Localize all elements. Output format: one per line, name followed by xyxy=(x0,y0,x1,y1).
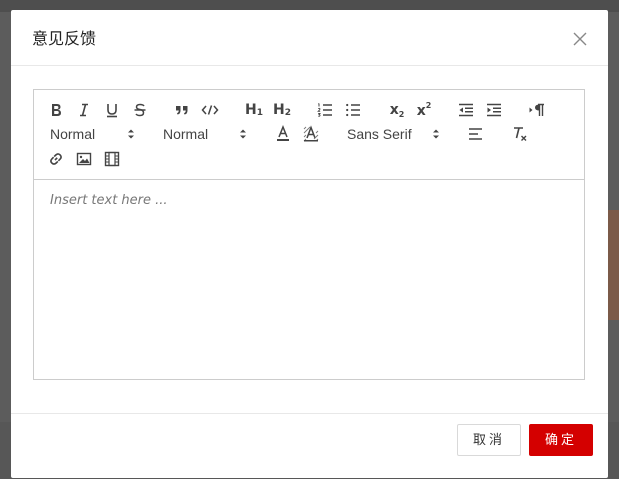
superscript-button[interactable]: x2 xyxy=(411,99,437,121)
strike-icon xyxy=(134,103,146,117)
editor-placeholder: Insert text here ... xyxy=(50,193,168,208)
align-button[interactable] xyxy=(464,123,488,145)
dialog-footer: 取消 确定 xyxy=(11,413,608,479)
font-color-button[interactable] xyxy=(271,123,295,145)
header-picker[interactable]: Normal xyxy=(50,123,140,145)
editor-toolbar: H1 H2 x2 x2 Normal Normal Sans Serif xyxy=(34,90,584,180)
h2-button[interactable]: H2 xyxy=(269,99,295,121)
blockquote-icon xyxy=(176,106,188,115)
link-button[interactable] xyxy=(44,148,68,170)
underline-button[interactable] xyxy=(100,99,124,121)
rich-text-editor: H1 H2 x2 x2 Normal Normal Sans Serif Ins… xyxy=(33,89,585,380)
indent-button[interactable] xyxy=(482,99,506,121)
image-icon xyxy=(76,152,92,166)
picker-arrows-icon xyxy=(128,129,134,139)
size-picker[interactable]: Normal xyxy=(163,123,253,145)
close-button[interactable] xyxy=(569,28,591,50)
picker-arrows-icon xyxy=(240,129,246,139)
outdent-button[interactable] xyxy=(454,99,478,121)
subscript-button[interactable]: x2 xyxy=(384,99,410,121)
h1-icon: H1 xyxy=(245,102,263,118)
clean-icon xyxy=(514,127,527,141)
h1-button[interactable]: H1 xyxy=(241,99,267,121)
feedback-dialog: 意见反馈 H1 H2 x2 x2 Normal Normal Sans Seri… xyxy=(11,10,608,478)
align-icon xyxy=(469,128,482,140)
bullet-list-button[interactable] xyxy=(341,99,365,121)
header-picker-label: Normal xyxy=(50,126,96,142)
code-block-button[interactable] xyxy=(198,99,222,121)
image-button[interactable] xyxy=(72,148,96,170)
background-color-button[interactable] xyxy=(299,123,323,145)
link-icon xyxy=(50,153,62,165)
ordered-list-button[interactable] xyxy=(313,99,337,121)
clean-format-button[interactable] xyxy=(508,123,532,145)
rtl-direction-button[interactable] xyxy=(525,99,549,121)
video-icon xyxy=(104,151,120,167)
confirm-button[interactable]: 确定 xyxy=(529,424,593,456)
blockquote-button[interactable] xyxy=(170,99,194,121)
dialog-title: 意见反馈 xyxy=(32,29,97,48)
bullet-list-icon xyxy=(346,103,360,117)
h2-icon: H2 xyxy=(273,102,291,118)
cancel-button[interactable]: 取消 xyxy=(457,424,521,456)
dialog-header: 意见反馈 xyxy=(11,10,608,66)
font-picker-label: Sans Serif xyxy=(347,126,412,142)
video-button[interactable] xyxy=(100,148,124,170)
code-block-icon xyxy=(201,105,219,115)
strike-button[interactable] xyxy=(128,99,152,121)
italic-button[interactable] xyxy=(72,99,96,121)
underline-icon xyxy=(107,104,117,118)
ordered-list-icon xyxy=(317,103,332,117)
picker-arrows-icon xyxy=(433,129,439,139)
editor-content[interactable]: Insert text here ... xyxy=(34,180,584,379)
bold-icon xyxy=(52,104,61,116)
font-picker[interactable]: Sans Serif xyxy=(347,123,447,145)
size-picker-label: Normal xyxy=(163,126,209,142)
superscript-icon: x2 xyxy=(416,101,432,119)
indent-icon xyxy=(487,103,501,117)
subscript-icon: x2 xyxy=(389,101,405,119)
bold-button[interactable] xyxy=(44,99,68,121)
font-color-icon xyxy=(277,125,289,141)
italic-icon xyxy=(80,103,88,117)
close-icon xyxy=(573,32,587,46)
background-color-icon xyxy=(303,125,319,142)
rtl-icon xyxy=(529,103,544,116)
outdent-icon xyxy=(459,103,473,117)
